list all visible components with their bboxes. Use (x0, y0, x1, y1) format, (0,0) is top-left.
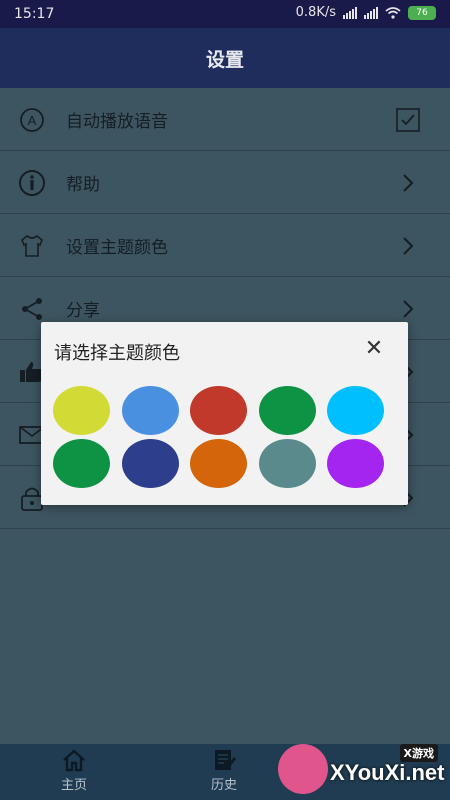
auto-play-icon: A (20, 108, 44, 132)
status-icons: 0.8K/s 76 (296, 5, 436, 20)
wifi-icon (385, 6, 401, 19)
color-swatch-5[interactable] (327, 386, 384, 435)
settings-row-label: 帮助 (66, 175, 100, 195)
info-icon (19, 170, 45, 196)
color-swatch-2[interactable] (121, 386, 179, 435)
color-swatch-1[interactable] (53, 386, 110, 435)
svg-text:A: A (28, 113, 37, 128)
color-swatch-9[interactable] (258, 439, 316, 488)
theme-color-dialog: 请选择主题颜色 ✕ (41, 322, 408, 505)
settings-row-auto-play[interactable]: A 自动播放语音 (0, 88, 450, 151)
nav-item-history[interactable]: 历史 (194, 748, 254, 793)
dialog-title: 请选择主题颜色 (54, 343, 180, 364)
app-header: 设置 (0, 28, 450, 88)
status-bar: 15:17 0.8K/s 76 (0, 0, 450, 28)
color-swatch-6[interactable] (53, 439, 110, 488)
settings-row-label: 设置主题颜色 (66, 238, 168, 258)
close-icon[interactable]: ✕ (362, 337, 386, 361)
history-icon (215, 750, 237, 770)
color-swatch-4[interactable] (258, 386, 316, 435)
watermark: X游戏 XYouXi.net (278, 742, 448, 798)
color-swatch-grid (53, 386, 388, 488)
settings-row-theme-color[interactable]: 设置主题颜色 (0, 214, 450, 277)
settings-row-label: 分享 (66, 301, 100, 321)
signal-icon (343, 6, 357, 19)
status-time: 15:17 (14, 6, 55, 22)
signal-2-icon (364, 6, 378, 19)
home-icon (63, 749, 85, 772)
color-swatch-3[interactable] (190, 386, 247, 435)
battery-icon: 76 (408, 5, 436, 20)
auto-play-checkbox[interactable] (396, 108, 420, 132)
color-swatch-10[interactable] (327, 439, 384, 488)
settings-row-help[interactable]: 帮助 (0, 151, 450, 214)
settings-row-label: 自动播放语音 (66, 112, 168, 132)
nav-item-home[interactable]: 主页 (44, 748, 104, 793)
network-speed: 0.8K/s (295, 5, 336, 20)
watermark-text: XYouXi.net (330, 760, 445, 785)
share-icon (22, 298, 42, 320)
color-swatch-7[interactable] (121, 439, 179, 488)
color-swatch-8[interactable] (190, 439, 247, 488)
gamepad-icon (278, 744, 328, 794)
tshirt-icon (21, 234, 43, 257)
chevron-right-icon (403, 237, 414, 255)
nav-label: 主页 (60, 778, 87, 793)
chevron-right-icon (403, 174, 414, 192)
page-title: 设置 (205, 49, 244, 71)
chevron-right-icon (403, 300, 414, 318)
nav-label: 历史 (210, 778, 237, 793)
